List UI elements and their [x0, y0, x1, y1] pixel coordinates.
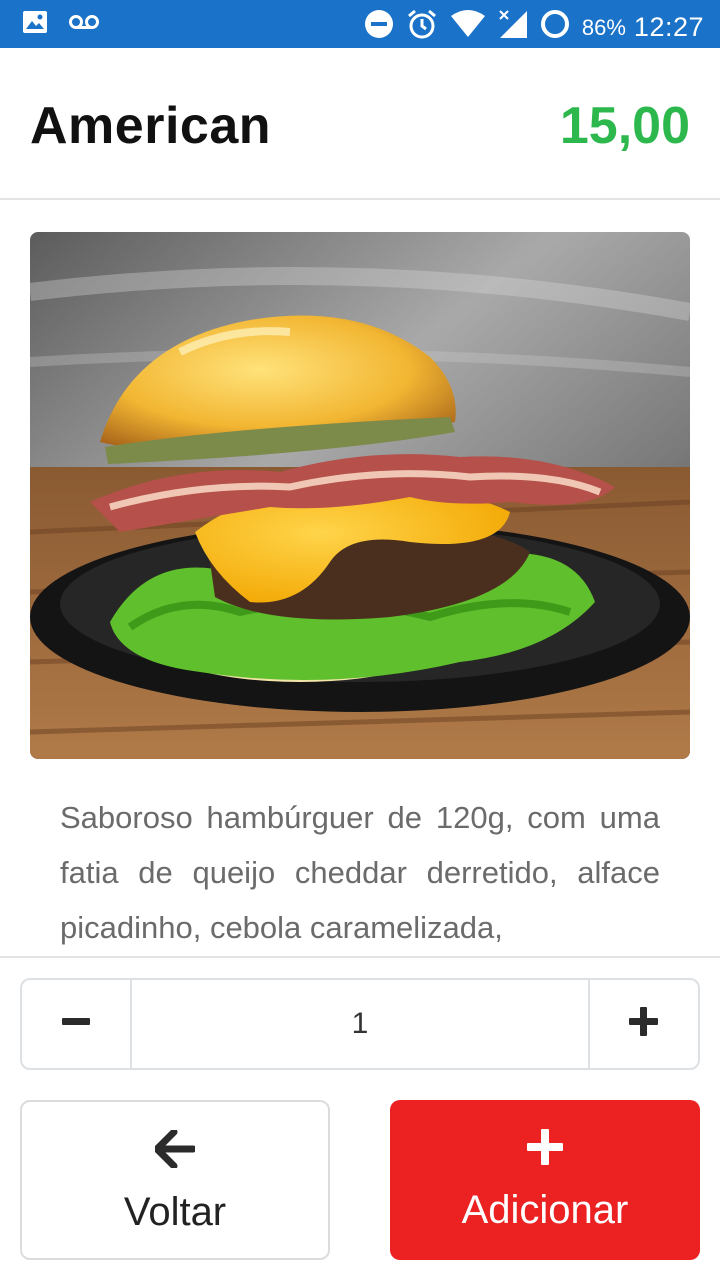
product-title: American — [30, 97, 271, 155]
quantity-stepper: 1 — [20, 978, 700, 1070]
plus-icon — [526, 1128, 564, 1171]
quantity-value[interactable]: 1 — [132, 980, 588, 1068]
back-button[interactable]: Voltar — [20, 1100, 330, 1260]
decrement-button[interactable] — [22, 980, 132, 1068]
minus-icon — [61, 1007, 91, 1042]
back-button-label: Voltar — [123, 1190, 227, 1234]
product-header: American 15,00 — [0, 48, 720, 200]
divider — [0, 956, 720, 958]
arrow-left-icon — [153, 1128, 197, 1173]
increment-button[interactable] — [588, 980, 698, 1068]
signal-icon — [498, 9, 528, 46]
wifi-icon — [450, 10, 486, 45]
status-bar: 86% 12:27 — [0, 0, 720, 48]
image-icon — [22, 10, 48, 39]
battery-icon — [540, 9, 570, 46]
battery-percent: 86% — [581, 14, 626, 40]
burger-photo — [30, 232, 690, 759]
product-description: Saboroso hambúrguer de 120g, com uma fat… — [60, 800, 660, 945]
plus-icon — [628, 1006, 660, 1043]
product-price: 15,00 — [559, 97, 690, 155]
add-to-cart-button[interactable]: Adicionar — [390, 1100, 700, 1260]
voicemail-icon — [68, 14, 100, 35]
add-button-label: Adicionar — [461, 1188, 629, 1232]
do-not-disturb-icon — [364, 9, 394, 46]
clock: 12:27 — [633, 12, 704, 42]
alarm-icon — [406, 8, 438, 47]
